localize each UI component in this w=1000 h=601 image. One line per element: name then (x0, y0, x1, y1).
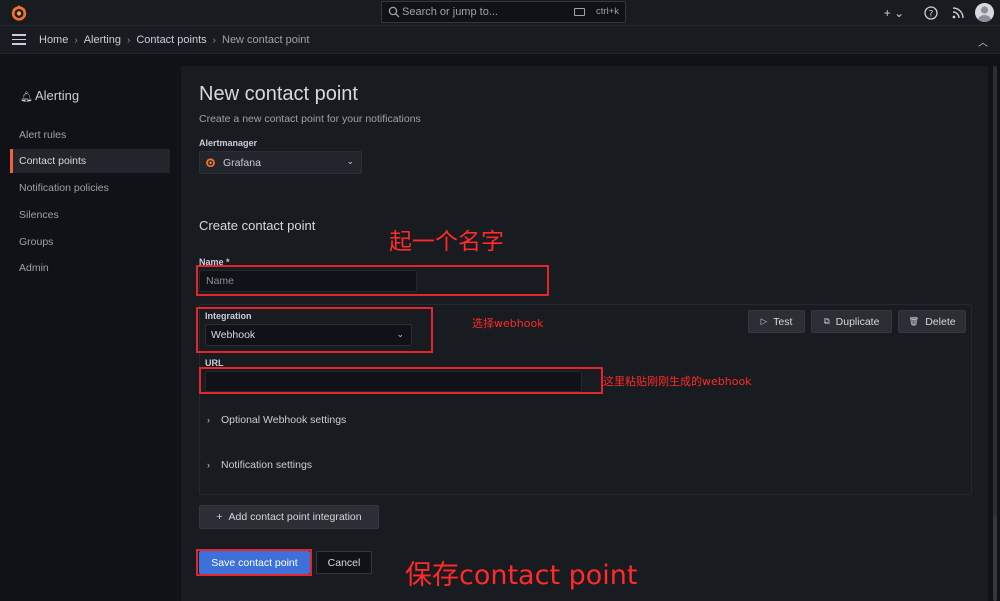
page-subtitle: Create a new contact point for your noti… (199, 113, 421, 125)
section-title: Create contact point (199, 218, 316, 233)
sidebar-item-alert-rules[interactable]: Alert rules (19, 129, 66, 141)
breadcrumb-current: New contact point (222, 34, 310, 46)
add-integration-button[interactable]: + Add contact point integration (199, 505, 379, 529)
chevron-up-icon[interactable]: ︿ (978, 34, 988, 49)
sidebar-title: 🔔︎ Alerting (20, 88, 79, 103)
help-icon[interactable]: ? (922, 4, 940, 22)
menu-toggle-icon[interactable] (12, 34, 26, 45)
test-label: Test (773, 315, 793, 328)
sidebar-item-groups[interactable]: Groups (19, 236, 53, 248)
sidebar-item-contact-points[interactable]: Contact points (10, 149, 170, 173)
search-icon (388, 6, 400, 18)
save-highlight-box (196, 549, 312, 576)
sidebar: 🔔︎ Alerting Alert rules Contact points No… (0, 55, 180, 601)
alertmanager-select[interactable]: Grafana ⌄ (199, 151, 362, 174)
breadcrumb: Home › Alerting › Contact points › New c… (39, 34, 309, 46)
alertmanager-value: Grafana (223, 157, 261, 169)
sidebar-item-silences[interactable]: Silences (19, 209, 59, 221)
breadcrumb-home[interactable]: Home (39, 34, 68, 46)
search-bar[interactable]: Search or jump to... ctrl+k (381, 1, 626, 23)
bell-icon: 🔔︎ (20, 92, 33, 103)
integration-highlight-box (196, 307, 433, 353)
copy-icon: ⧉ (823, 316, 830, 326)
breadcrumb-contact-points[interactable]: Contact points (136, 34, 206, 46)
search-placeholder: Search or jump to... (402, 6, 498, 18)
optional-settings-label: Optional Webhook settings (221, 414, 347, 426)
scrollbar-thumb[interactable] (993, 515, 997, 601)
cancel-button[interactable]: Cancel (316, 551, 372, 574)
sidebar-item-notification-policies[interactable]: Notification policies (19, 182, 109, 194)
plus-icon: + (216, 511, 223, 523)
top-bar: Search or jump to... ctrl+k + ⌄ ? (0, 0, 1000, 26)
duplicate-label: Duplicate (835, 315, 880, 328)
svg-text:?: ? (929, 10, 934, 20)
keyboard-icon (574, 8, 585, 16)
new-menu-button[interactable]: + ⌄ (882, 4, 906, 22)
name-highlight-box (196, 265, 549, 296)
annotation-integration: 选择webhook (472, 317, 544, 330)
breadcrumb-bar: Home › Alerting › Contact points › New c… (0, 26, 1000, 54)
sidebar-title-label: Alerting (35, 88, 80, 103)
notification-settings-label: Notification settings (221, 459, 313, 471)
annotation-url: 这里粘贴刚刚生成的webhook (603, 375, 752, 388)
page-title: New contact point (199, 83, 358, 105)
alertmanager-label: Alertmanager (199, 138, 258, 148)
annotation-name: 起一个名字 (389, 229, 504, 255)
optional-webhook-settings-toggle[interactable]: › Optional Webhook settings (207, 414, 346, 426)
user-icon (978, 6, 991, 22)
grafana-logo-icon[interactable] (10, 4, 28, 22)
delete-button[interactable]: 🗑︎ Delete (898, 310, 966, 333)
breadcrumb-alerting[interactable]: Alerting (84, 34, 121, 46)
chevron-right-icon: › (212, 34, 216, 46)
rss-icon[interactable] (949, 4, 967, 22)
chevron-right-icon: › (207, 460, 210, 470)
test-button[interactable]: ▷ Test (748, 310, 805, 333)
chevron-right-icon: › (207, 415, 210, 425)
send-icon: ▷ (760, 316, 768, 326)
trash-icon: 🗑︎ (908, 316, 920, 326)
chevron-right-icon: › (126, 34, 131, 46)
sidebar-item-label: Contact points (19, 155, 87, 167)
duplicate-button[interactable]: ⧉ Duplicate (811, 310, 892, 333)
chevron-down-icon: ⌄ (346, 156, 354, 166)
notification-settings-toggle[interactable]: › Notification settings (207, 459, 312, 471)
annotation-save: 保存contact point (405, 560, 638, 591)
sidebar-item-admin[interactable]: Admin (19, 262, 49, 274)
grafana-icon (206, 158, 215, 168)
chevron-right-icon: › (74, 34, 78, 46)
scrollbar-track[interactable] (993, 66, 997, 521)
search-shortcut: ctrl+k (596, 6, 619, 17)
delete-label: Delete (925, 315, 956, 328)
user-avatar[interactable] (975, 3, 994, 22)
add-integration-label: Add contact point integration (228, 511, 362, 523)
url-highlight-box (199, 367, 603, 394)
